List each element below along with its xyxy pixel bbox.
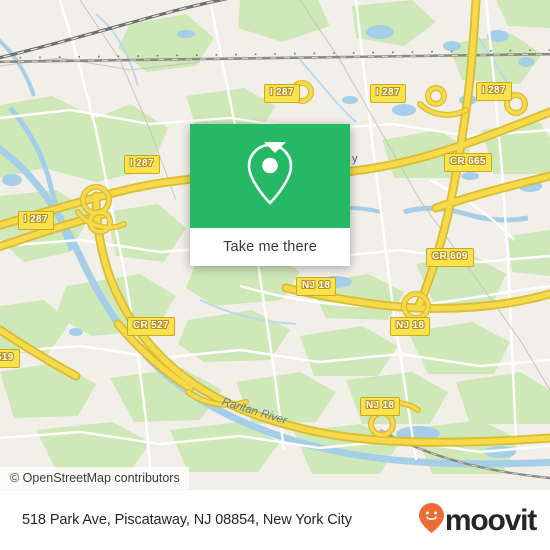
- road-shield-i287-left-lower[interactable]: I 287: [18, 211, 54, 230]
- road-shield-i287-top-right[interactable]: I 287: [476, 82, 512, 101]
- road-shield-nj18-upper[interactable]: NJ 18: [296, 277, 337, 296]
- footer-bar: 518 Park Ave, Piscataway, NJ 08854, New …: [0, 490, 550, 550]
- moovit-smiley-pin-icon: [418, 502, 445, 539]
- popup-image-area: [190, 124, 350, 228]
- road-shield-i287-left-upper[interactable]: I 287: [124, 155, 160, 174]
- road-shield-cr665[interactable]: CR 665: [444, 153, 492, 172]
- road-shield-nj18-lower[interactable]: NJ 18: [360, 397, 401, 416]
- road-shield-nj18-mid[interactable]: NJ 18: [390, 317, 431, 336]
- popup-action-bar[interactable]: Take me there: [190, 228, 350, 266]
- moovit-wordmark: moovit: [444, 503, 537, 537]
- road-shield-i287-top-left[interactable]: I 287: [264, 84, 300, 103]
- road-shield-cr527[interactable]: CR 527: [127, 317, 175, 336]
- osm-attribution[interactable]: © OpenStreetMap contributors: [0, 467, 189, 489]
- moovit-map-screen: I 287 I 287 I 287 I 287 I 287 CR 665 CR 609 NJ …: [0, 0, 550, 550]
- popup-pointer-tail: [264, 142, 286, 153]
- road-shield-cr609[interactable]: CR 609: [426, 248, 474, 267]
- take-me-there-label: Take me there: [223, 239, 317, 255]
- address-text: 518 Park Ave, Piscataway, NJ 08854, New …: [22, 512, 352, 528]
- road-shield-i287-top-mid[interactable]: I 287: [370, 84, 406, 103]
- moovit-brand[interactable]: moovit: [418, 502, 537, 539]
- road-shield-519-clipped[interactable]: 519: [0, 349, 20, 368]
